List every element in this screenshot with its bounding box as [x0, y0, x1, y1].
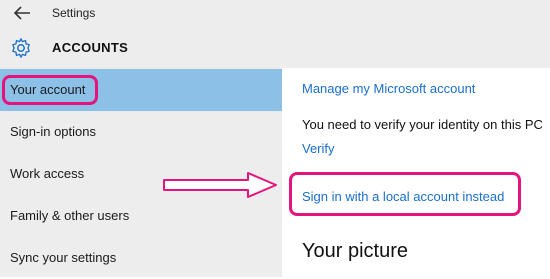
gear-icon	[12, 38, 30, 58]
sidebar-item-family-other-users[interactable]: Family & other users	[0, 195, 282, 237]
manage-microsoft-account-link[interactable]: Manage my Microsoft account	[302, 81, 475, 96]
sidebar-item-label: Sign-in options	[10, 124, 96, 139]
your-picture-heading: Your picture	[302, 240, 408, 262]
sidebar-item-label: Family & other users	[10, 208, 130, 223]
sidebar-item-sign-in-options[interactable]: Sign-in options	[0, 111, 282, 153]
sidebar-item-label: Sync your settings	[10, 250, 117, 265]
sidebar-item-sync-settings[interactable]: Sync your settings	[0, 237, 282, 279]
verify-identity-text: You need to verify your identity on this…	[302, 117, 543, 132]
your-account-highlight	[2, 75, 98, 105]
verify-link[interactable]: Verify	[302, 141, 335, 156]
local-account-highlight	[289, 172, 521, 216]
back-arrow-icon[interactable]	[12, 4, 32, 22]
page-title: ACCOUNTS	[52, 40, 129, 55]
sidebar-item-label: Work access	[10, 166, 85, 181]
window-title: Settings	[52, 6, 96, 20]
pointer-arrow-icon	[163, 172, 277, 198]
